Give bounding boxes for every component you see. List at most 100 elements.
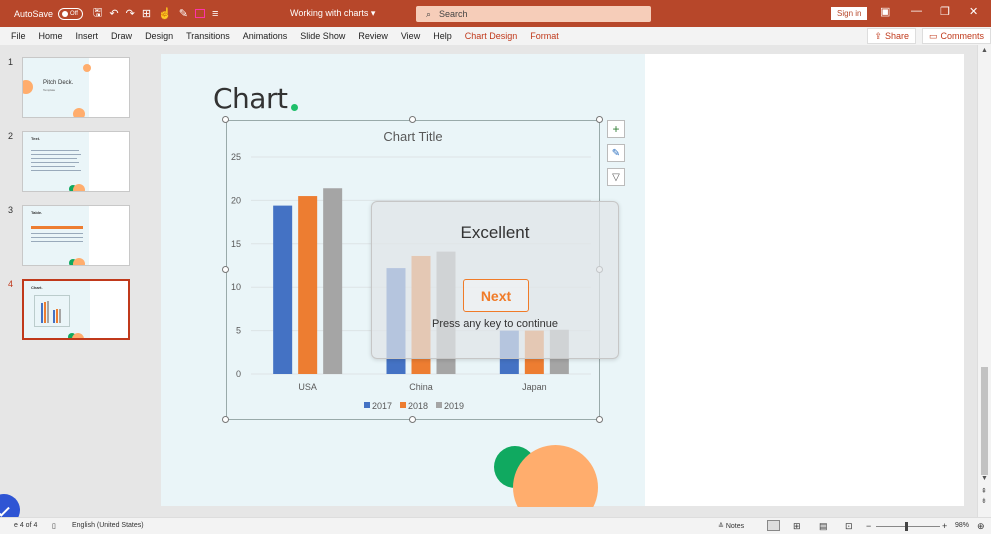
tab-chart-design[interactable]: Chart Design <box>465 31 518 41</box>
scroll-down-icon[interactable]: ▼ <box>981 475 988 482</box>
brush-icon: ✎ <box>611 147 621 159</box>
share-button[interactable]: ⇪ Share <box>867 28 916 44</box>
tab-animations[interactable]: Animations <box>243 31 288 41</box>
scroll-up-icon[interactable]: ▲ <box>981 47 988 54</box>
legend-swatch <box>364 402 370 408</box>
next-button[interactable]: Next <box>463 279 529 312</box>
next-slide-icon[interactable]: ⇟ <box>981 497 987 505</box>
comments-button[interactable]: ▭ Comments <box>921 28 991 44</box>
fit-slide-icon[interactable]: ⊕ <box>977 521 985 532</box>
reading-view-icon[interactable]: ▤ <box>819 521 828 532</box>
thumb-title: Chart. <box>31 285 43 290</box>
continue-hint: Press any key to continue <box>432 318 558 330</box>
title-bar: AutoSave Off 🖫 ↶ ↷ ⊞ ☝ ✎ ≡ Working with … <box>0 0 991 27</box>
normal-view-icon[interactable] <box>767 520 780 531</box>
y-tick-label: 25 <box>231 152 241 162</box>
legend-label: 2019 <box>444 401 464 411</box>
resize-handle[interactable] <box>596 416 603 423</box>
language-indicator[interactable]: English (United States) <box>72 522 144 529</box>
undo-icon[interactable]: ↶ <box>109 7 118 20</box>
thumb-subtitle: Template <box>43 88 56 92</box>
thumb-number: 1 <box>8 57 14 67</box>
scrollbar-thumb[interactable] <box>981 367 988 475</box>
autosave-toggle[interactable]: Off <box>58 7 84 20</box>
tab-insert[interactable]: Insert <box>76 31 99 41</box>
restore-icon[interactable]: ❐ <box>940 5 950 18</box>
x-tick-label: USA <box>298 382 317 392</box>
autosave-control[interactable]: AutoSave Off <box>14 7 84 20</box>
comment-icon: ▭ <box>928 30 938 41</box>
zoom-out-icon[interactable]: − <box>866 521 871 531</box>
bar-2019-usa <box>323 188 343 374</box>
canvas-margin <box>150 507 977 517</box>
filter-icon: ▽ <box>612 171 620 183</box>
tab-help[interactable]: Help <box>433 31 452 41</box>
sign-in-button[interactable]: Sign in <box>831 7 868 20</box>
tab-transitions[interactable]: Transitions <box>186 31 230 41</box>
resize-handle[interactable] <box>409 116 416 123</box>
thumb-title: Table. <box>31 210 43 215</box>
legend-swatch <box>400 402 406 408</box>
legend-label: 2017 <box>372 401 392 411</box>
y-tick-label: 5 <box>236 326 241 336</box>
minimize-icon[interactable]: — <box>911 5 922 17</box>
resize-handle[interactable] <box>222 416 229 423</box>
slide-thumbnails-panel: 1 Pitch Deck. Template 2 Text. 3 Table. … <box>0 45 150 517</box>
shape-icon[interactable] <box>194 9 205 18</box>
y-tick-label: 10 <box>231 282 241 292</box>
draw-icon[interactable]: ✎ <box>179 7 188 20</box>
ribbon-tabs: File Home Insert Draw Design Transitions… <box>0 27 991 45</box>
tab-slide-show[interactable]: Slide Show <box>300 31 345 41</box>
save-icon[interactable]: 🖫 <box>93 4 102 23</box>
vertical-scrollbar[interactable]: ▲ ▼ ⇞ ⇟ <box>977 45 991 517</box>
ribbon-display-icon[interactable]: ▣ <box>880 5 890 18</box>
feedback-dialog: Excellent Next Press any key to continue <box>371 201 619 359</box>
search-input[interactable]: ⌕ Search <box>416 6 651 22</box>
zoom-in-icon[interactable]: + <box>942 521 947 531</box>
chart-elements-button[interactable]: + <box>607 120 625 138</box>
zoom-slider-handle[interactable] <box>905 522 908 531</box>
notes-button[interactable]: ≙ Notes <box>718 522 744 530</box>
chart-filters-button[interactable]: ▽ <box>607 168 625 186</box>
slide-sorter-icon[interactable]: ⊞ <box>793 521 801 532</box>
x-tick-label: Japan <box>522 382 547 392</box>
resize-handle[interactable] <box>596 116 603 123</box>
tab-design[interactable]: Design <box>145 31 173 41</box>
zoom-level[interactable]: 98% <box>955 522 969 529</box>
slideshow-icon[interactable]: ⊡ <box>845 521 853 532</box>
tab-view[interactable]: View <box>401 31 420 41</box>
previous-slide-icon[interactable]: ⇞ <box>981 487 987 495</box>
slide-thumbnail-4[interactable]: Chart. <box>22 279 130 340</box>
thumb-number: 4 <box>8 279 14 289</box>
resize-handle[interactable] <box>222 266 229 273</box>
y-tick-label: 15 <box>231 239 241 249</box>
bar-2018-usa <box>298 196 318 374</box>
thumb-number: 2 <box>8 131 14 141</box>
tab-review[interactable]: Review <box>358 31 388 41</box>
slide-thumbnail-2[interactable]: Text. <box>22 131 130 192</box>
resize-handle[interactable] <box>409 416 416 423</box>
slide-counter: e 4 of 4 <box>14 522 38 529</box>
plus-icon: + <box>612 122 620 136</box>
customize-icon[interactable]: ≡ <box>212 8 218 20</box>
slide-thumbnail-3[interactable]: Table. <box>22 205 130 266</box>
resize-handle[interactable] <box>222 116 229 123</box>
thumb-number: 3 <box>8 205 14 215</box>
zoom-slider[interactable] <box>876 526 940 527</box>
close-icon[interactable]: ✕ <box>969 5 978 18</box>
slide-thumbnail-1[interactable]: Pitch Deck. Template <box>22 57 130 118</box>
spelling-icon[interactable]: ▯ <box>52 522 56 530</box>
slide-heading[interactable]: Chart <box>213 82 288 115</box>
chart-styles-button[interactable]: ✎ <box>607 144 625 162</box>
status-bar: e 4 of 4 ▯ English (United States) ≙ Not… <box>0 517 991 534</box>
present-icon[interactable]: ⊞ <box>142 7 151 20</box>
heading-dot <box>291 104 298 111</box>
legend-label: 2018 <box>408 401 428 411</box>
touch-mode-icon[interactable]: ☝ <box>158 7 172 20</box>
tab-home[interactable]: Home <box>39 31 63 41</box>
tab-format[interactable]: Format <box>530 31 559 41</box>
document-title[interactable]: Working with charts ▾ <box>290 8 375 19</box>
redo-icon[interactable]: ↷ <box>126 7 135 20</box>
tab-file[interactable]: File <box>11 31 26 41</box>
tab-draw[interactable]: Draw <box>111 31 132 41</box>
